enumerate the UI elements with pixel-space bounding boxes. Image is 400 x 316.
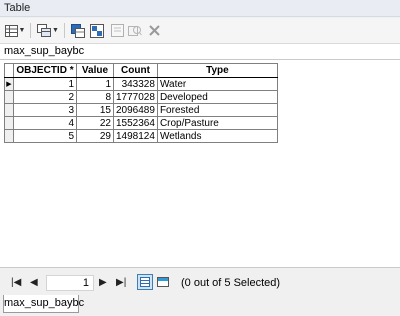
show-selected-records-button[interactable] [155, 274, 171, 290]
cell-count[interactable]: 1552364 [113, 116, 158, 130]
clear-selection-icon [110, 24, 124, 37]
cell-value[interactable]: 15 [76, 103, 114, 117]
column-header-type[interactable]: Type [156, 63, 278, 78]
toolbar-separator [30, 23, 31, 38]
related-tables-button[interactable]: ▼ [36, 22, 60, 39]
table-tab-strip: max_sup_baybc [0, 295, 400, 316]
cell-type[interactable]: Crop/Pasture [156, 116, 278, 130]
cell-objectid[interactable]: 3 [13, 103, 77, 117]
zoom-to-selected-icon [128, 25, 142, 36]
column-header-count[interactable]: Count [113, 63, 158, 78]
cell-value[interactable]: 22 [76, 116, 114, 130]
chevron-down-icon: ▼ [52, 27, 59, 34]
table-row[interactable]: 4 22 1552364 Crop/Pasture [4, 116, 278, 130]
cell-objectid[interactable]: 2 [13, 90, 77, 104]
header-row: OBJECTID * Value Count Type [4, 63, 278, 78]
zoom-to-selected-button[interactable] [127, 22, 143, 39]
attribute-table: OBJECTID * Value Count Type ▶ 1 1 343328… [4, 63, 278, 143]
select-by-attributes-button[interactable] [70, 22, 86, 39]
cell-count[interactable]: 2096489 [113, 103, 158, 117]
row-selector-header[interactable] [4, 63, 14, 78]
cell-type[interactable]: Water [156, 77, 278, 91]
last-record-button[interactable]: ▶| [116, 277, 126, 289]
title-bar: Table [0, 0, 400, 17]
related-tables-icon [37, 24, 52, 37]
row-selector[interactable] [4, 103, 14, 117]
current-record-field[interactable]: 1 [46, 275, 94, 291]
row-selector[interactable] [4, 129, 14, 143]
cell-objectid[interactable]: 1 [13, 77, 77, 91]
chevron-down-icon: ▼ [18, 27, 26, 34]
cell-value[interactable]: 1 [76, 77, 114, 91]
selection-count-text: (0 out of 5 Selected) [181, 277, 281, 289]
all-records-icon [140, 277, 150, 287]
next-record-button[interactable]: ▶ [99, 277, 107, 289]
table-name-header: max_sup_baybc [0, 44, 400, 60]
select-by-attributes-icon [71, 23, 85, 38]
table-toolbar: ▼ ▼ [0, 18, 400, 44]
cell-objectid[interactable]: 5 [13, 129, 77, 143]
row-selector[interactable] [4, 90, 14, 104]
column-header-objectid[interactable]: OBJECTID * [13, 63, 77, 78]
window-title: Table [4, 2, 31, 14]
table-row[interactable]: 5 29 1498124 Wetlands [4, 129, 278, 143]
cell-count[interactable]: 1777028 [113, 90, 158, 104]
cell-value[interactable]: 8 [76, 90, 114, 104]
table-name-label: max_sup_baybc [4, 45, 85, 57]
cell-value[interactable]: 29 [76, 129, 114, 143]
delete-selected-button[interactable] [146, 22, 162, 39]
cell-count[interactable]: 1498124 [113, 129, 158, 143]
row-selector[interactable]: ▶ [4, 77, 14, 91]
table-tab-max-sup-baybc[interactable]: max_sup_baybc [3, 295, 84, 313]
previous-record-button[interactable]: ◀ [30, 277, 38, 289]
table-row[interactable]: 3 15 2096489 Forested [4, 103, 278, 117]
table-options-icon [4, 24, 18, 37]
cell-type[interactable]: Developed [156, 90, 278, 104]
switch-selection-button[interactable] [89, 22, 105, 39]
cell-type[interactable]: Wetlands [156, 129, 278, 143]
clear-selection-button[interactable] [109, 22, 125, 39]
cell-count[interactable]: 343328 [113, 77, 158, 91]
column-header-value[interactable]: Value [76, 63, 114, 78]
show-all-records-button[interactable] [137, 274, 153, 290]
record-navigation-bar: |◀ ◀ 1 ▶ ▶| (0 out of 5 Selected) [0, 267, 400, 297]
table-options-button[interactable]: ▼ [4, 22, 26, 39]
table-window: Table ▼ ▼ max_sup_baybc OBJECTID * Value… [0, 0, 400, 316]
toolbar-separator [64, 23, 65, 38]
first-record-button[interactable]: |◀ [11, 277, 21, 289]
table-row[interactable]: ▶ 1 1 343328 Water [4, 77, 278, 91]
delete-selected-icon [148, 25, 160, 36]
selected-records-icon [157, 277, 169, 287]
cell-objectid[interactable]: 4 [13, 116, 77, 130]
row-selector[interactable] [4, 116, 14, 130]
cell-type[interactable]: Forested [156, 103, 278, 117]
current-row-arrow-icon: ▶ [6, 80, 12, 88]
switch-selection-icon [90, 23, 104, 38]
attribute-grid-area[interactable]: OBJECTID * Value Count Type ▶ 1 1 343328… [0, 60, 400, 267]
table-row[interactable]: 2 8 1777028 Developed [4, 90, 278, 104]
